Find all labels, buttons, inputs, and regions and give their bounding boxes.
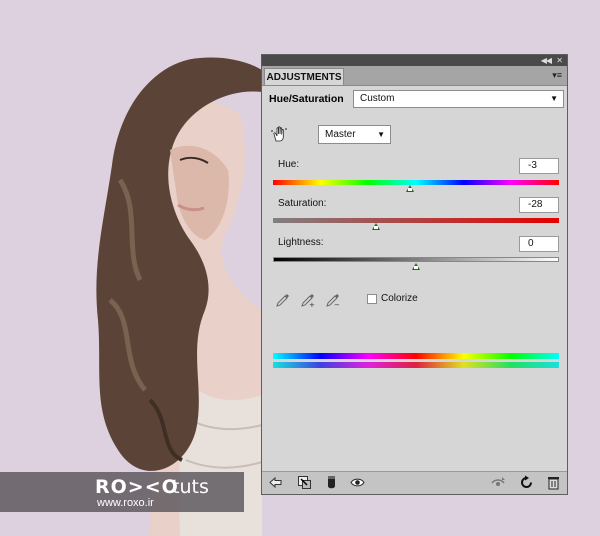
hue-input[interactable]: -3 [519, 158, 559, 174]
eyedropper-plus-icon[interactable]: + [300, 292, 316, 308]
reset-icon[interactable] [519, 475, 534, 490]
view-previous-icon[interactable] [491, 475, 506, 490]
eyedropper-icon[interactable] [275, 292, 291, 308]
trash-icon[interactable] [546, 475, 561, 490]
colorize-label: Colorize [381, 293, 418, 304]
result-color-band [273, 362, 559, 368]
chevron-down-icon: ▼ [377, 130, 385, 139]
tab-row: ADJUSTMENTS ▾≡ [262, 66, 567, 86]
preset-dropdown[interactable]: Custom ▼ [353, 90, 564, 108]
lightness-label: Lightness: [278, 237, 324, 248]
svg-text:−: − [334, 301, 340, 308]
channel-value: Master [325, 129, 356, 140]
source-color-band [273, 353, 559, 359]
watermark-banner: RO><O tuts www.roxo.ir [0, 472, 244, 512]
panel-menu-icon[interactable]: ▾≡ [552, 70, 562, 81]
hand-target-icon[interactable] [270, 125, 288, 143]
watermark-suffix: tuts [172, 476, 209, 498]
panel-title-bar[interactable]: ◀◀ ✕ [262, 55, 567, 66]
lightness-input[interactable]: 0 [519, 236, 559, 252]
chevron-down-icon: ▼ [550, 94, 558, 103]
saturation-label: Saturation: [278, 198, 327, 209]
watermark-logo: RO><O [95, 476, 179, 498]
tab-adjustments[interactable]: ADJUSTMENTS [264, 68, 344, 85]
svg-text:+: + [309, 301, 315, 308]
channel-dropdown[interactable]: Master ▼ [318, 125, 391, 144]
hue-label: Hue: [278, 159, 300, 170]
preset-value: Custom [360, 93, 395, 104]
visibility-eye-icon[interactable] [350, 475, 365, 490]
clip-to-layer-icon[interactable] [297, 475, 312, 490]
close-icon[interactable]: ✕ [556, 55, 563, 66]
eyedropper-minus-icon[interactable]: − [325, 292, 341, 308]
adjustments-panel: ◀◀ ✕ ADJUSTMENTS ▾≡ Hue/Saturation Custo… [261, 54, 568, 495]
lightness-slider-track[interactable] [273, 257, 559, 262]
saturation-slider-track[interactable] [273, 218, 559, 223]
watermark-url: www.roxo.ir [97, 497, 154, 509]
colorize-checkbox[interactable] [367, 294, 377, 304]
adjustment-title: Hue/Saturation [269, 93, 344, 105]
back-arrow-icon[interactable] [268, 475, 283, 490]
saturation-input[interactable]: -28 [519, 197, 559, 213]
panel-footer [262, 471, 567, 494]
hue-slider-track[interactable] [273, 180, 559, 185]
layer-mask-icon[interactable] [324, 475, 339, 490]
collapse-icon[interactable]: ◀◀ [541, 55, 552, 66]
